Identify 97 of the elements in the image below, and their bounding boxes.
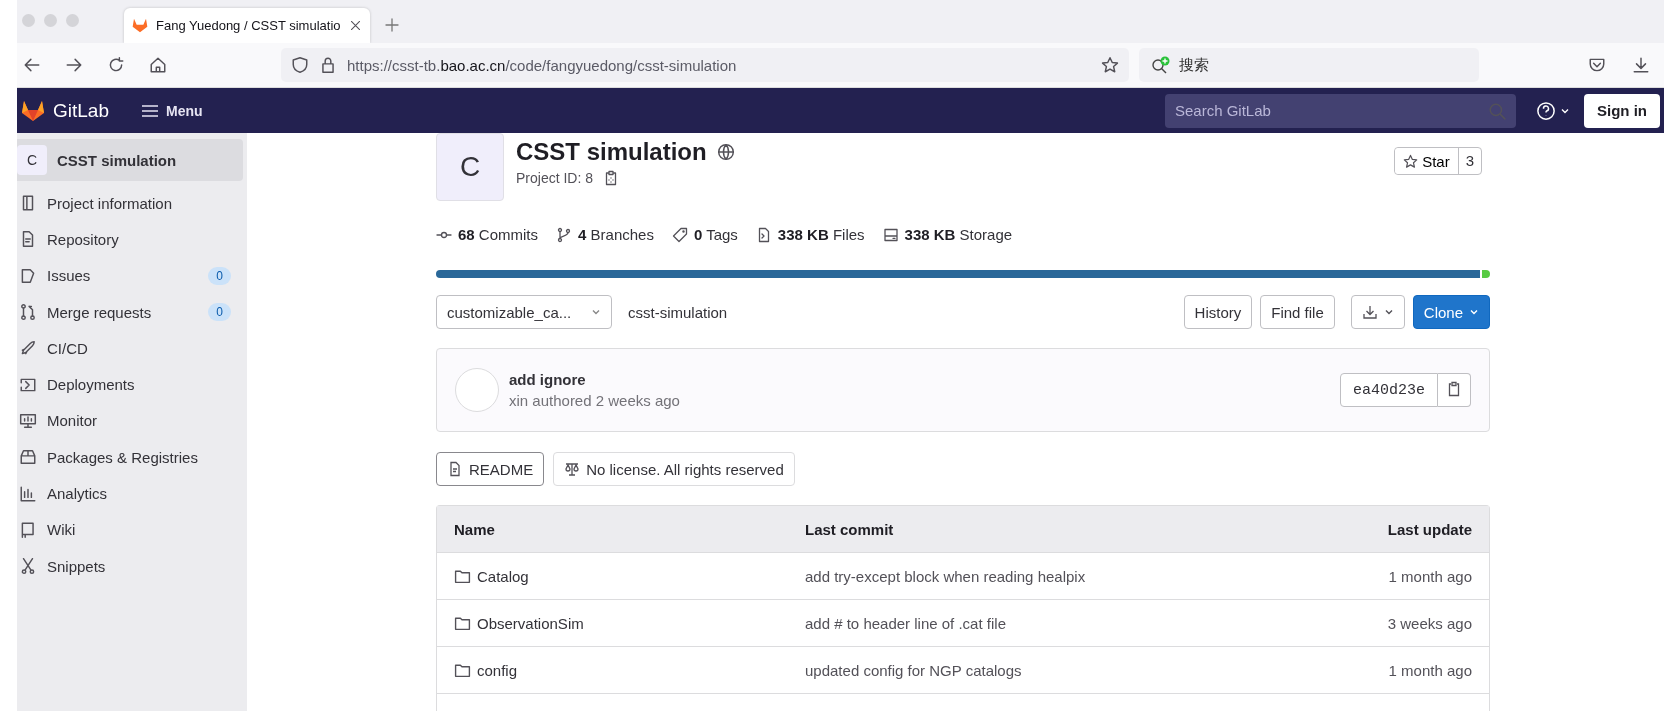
table-cell: 1 month ago bbox=[1388, 661, 1472, 679]
folder-icon bbox=[454, 614, 471, 632]
package-icon bbox=[19, 448, 37, 467]
table-cell: 3 weeks ago bbox=[1387, 614, 1472, 632]
download-icon bbox=[1361, 304, 1378, 320]
commit-meta: xin authored 2 weeks ago bbox=[509, 392, 681, 409]
commit-link[interactable]: updated config for NGP catalogs bbox=[805, 661, 1272, 679]
sidebar-item[interactable]: Merge requests 0 bbox=[17, 293, 247, 331]
browser-tab[interactable]: Fang Yuedong / CSST simulatio bbox=[124, 8, 370, 43]
address-bar[interactable]: https://csst-tb.bao.ac.cn/code/fangyuedong/csst-simulation bbox=[281, 48, 1129, 82]
globe-icon bbox=[716, 143, 735, 161]
table-cell: 1 month ago bbox=[1388, 567, 1472, 585]
toolbar-button[interactable]: History bbox=[1183, 295, 1253, 329]
column-header: Last commit bbox=[805, 520, 895, 538]
folder-link[interactable]: config bbox=[477, 661, 518, 679]
project-avatar: C bbox=[436, 133, 504, 201]
tag-icon bbox=[671, 226, 688, 243]
sidebar-item[interactable]: Analytics bbox=[17, 475, 247, 512]
branch-icon bbox=[556, 226, 573, 243]
menu-icon bbox=[141, 103, 159, 118]
search-field[interactable]: Search GitLab bbox=[1165, 93, 1516, 128]
sidebar-item[interactable]: Packages & Registries bbox=[17, 439, 247, 476]
reload-icon bbox=[107, 56, 125, 74]
toolbar-button[interactable]: Find file bbox=[1260, 295, 1335, 329]
download-dropdown[interactable] bbox=[1350, 295, 1405, 329]
fox-logo-icon bbox=[21, 99, 45, 122]
stat-link[interactable]: 68 Commits bbox=[458, 226, 539, 243]
sidebar-item[interactable]: Repository bbox=[17, 221, 247, 258]
monitor-icon bbox=[19, 411, 37, 430]
help-dropdown[interactable] bbox=[1536, 100, 1570, 121]
storage-icon bbox=[882, 226, 899, 243]
shield-icon bbox=[291, 56, 309, 74]
readme-button[interactable]: README bbox=[436, 452, 545, 486]
project-id: Project ID: 8 bbox=[516, 170, 594, 186]
commit-sha[interactable]: ea40d23e bbox=[1340, 373, 1438, 407]
column-header: Last update bbox=[1387, 520, 1472, 538]
project-avatar: C bbox=[17, 145, 47, 175]
commit-link[interactable]: add # to header line of .cat file bbox=[805, 614, 1272, 632]
commit-message[interactable]: add ignore bbox=[509, 371, 1330, 388]
scissors-icon bbox=[19, 557, 37, 576]
fox-logo-icon bbox=[132, 18, 148, 33]
folder-link[interactable]: ObservationSim bbox=[477, 614, 584, 632]
sidebar-item[interactable]: Snippets bbox=[17, 547, 247, 585]
book-icon bbox=[19, 520, 37, 539]
download-icon bbox=[1632, 56, 1650, 74]
stat-link[interactable]: 4 Branches bbox=[578, 226, 654, 243]
column-header: Name bbox=[454, 520, 496, 538]
count-badge: 0 bbox=[208, 303, 231, 322]
back-icon bbox=[23, 56, 41, 74]
folder-link[interactable]: Catalog bbox=[477, 567, 529, 585]
pocket-icon bbox=[1588, 56, 1606, 74]
search-icon bbox=[1488, 101, 1506, 120]
commit-link[interactable]: add try-except block when reading healpix bbox=[805, 567, 1272, 585]
help-icon bbox=[1536, 100, 1556, 121]
project-name[interactable]: CSST simulation bbox=[57, 151, 177, 169]
sidebar-item[interactable]: CI/CD bbox=[17, 330, 247, 367]
star-count[interactable]: 3 bbox=[1458, 148, 1481, 174]
forward-icon bbox=[65, 56, 83, 74]
project-title: CSST simulation bbox=[516, 138, 707, 166]
clone-button[interactable]: Clone bbox=[1412, 295, 1490, 329]
folder-icon bbox=[454, 567, 471, 585]
stat-link[interactable]: 338 KB Storage bbox=[904, 226, 1013, 243]
close-icon bbox=[349, 19, 362, 32]
menu-button[interactable]: Menu bbox=[135, 101, 209, 120]
stat-link[interactable]: 338 KB Files bbox=[777, 226, 865, 243]
star-button[interactable]: Star bbox=[1395, 148, 1459, 174]
plus-icon bbox=[384, 17, 400, 33]
sidebar-item[interactable]: Monitor bbox=[17, 402, 247, 440]
sidebar-item[interactable]: Wiki bbox=[17, 511, 247, 548]
folder-icon bbox=[454, 661, 471, 679]
star-icon bbox=[1403, 153, 1419, 169]
star-icon bbox=[1101, 56, 1119, 74]
merge-icon bbox=[19, 303, 37, 322]
avatar bbox=[455, 368, 499, 412]
chevron-down-icon bbox=[1383, 307, 1394, 317]
license-button[interactable]: No license. All rights reserved bbox=[553, 452, 795, 486]
sidebar-item[interactable]: Deployments bbox=[17, 366, 247, 403]
breadcrumb-path[interactable]: csst-simulation bbox=[628, 303, 1176, 321]
chevron-down-icon bbox=[1469, 307, 1479, 317]
branch-dropdown[interactable]: customizable_ca... bbox=[436, 295, 612, 329]
chart-icon bbox=[19, 484, 37, 503]
gitlab-logo-text[interactable]: GitLab bbox=[53, 99, 109, 122]
browser-search-field[interactable]: 搜索 bbox=[1139, 48, 1479, 82]
home-icon bbox=[149, 56, 167, 74]
copy-icon bbox=[1446, 380, 1462, 397]
sign-in-button[interactable]: Sign in bbox=[1584, 93, 1660, 128]
scale-icon bbox=[564, 461, 581, 477]
search-icon bbox=[1151, 56, 1171, 74]
copy-button[interactable] bbox=[1438, 373, 1471, 407]
issue-icon bbox=[19, 266, 37, 285]
sidebar-item[interactable]: Issues 0 bbox=[17, 257, 247, 294]
chevron-down-icon bbox=[591, 307, 601, 317]
sidebar-item[interactable]: Project information bbox=[17, 185, 247, 222]
lock-icon bbox=[319, 56, 337, 74]
stat-link[interactable]: 0 Tags bbox=[693, 226, 738, 243]
count-badge: 0 bbox=[208, 266, 231, 285]
document-icon bbox=[447, 461, 463, 477]
